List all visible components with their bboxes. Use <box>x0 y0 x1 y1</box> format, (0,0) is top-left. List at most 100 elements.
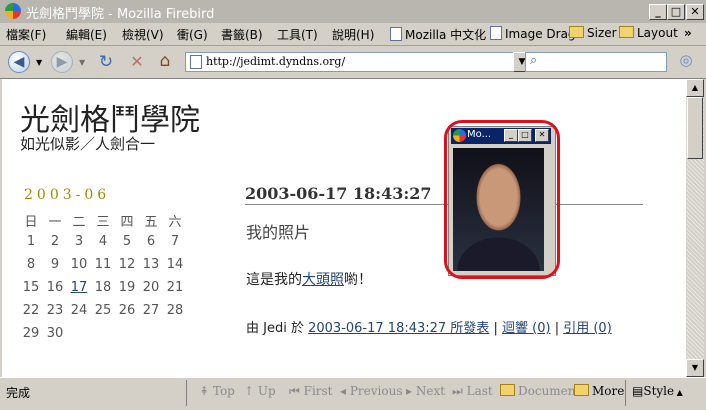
post-title: 我的照片 <box>246 223 311 242</box>
bookmark-label: Mozilla 中文化 <box>405 28 487 42</box>
more-menu[interactable]: More <box>574 384 624 398</box>
forward-history-dropdown-icon[interactable]: ▼ <box>79 58 85 67</box>
page-content: 光劍格鬥學院 如光似影／人劍合一 2003-06 日 一 二 三 四 五 六 1… <box>2 79 686 377</box>
calendar-week: 29 30 <box>19 326 187 349</box>
document-label: Document <box>518 384 581 398</box>
calendar-day: 29 <box>22 326 40 341</box>
calendar-day: 20 <box>142 280 160 295</box>
nav-previous-link[interactable]: ◂ Previous <box>340 384 402 398</box>
calendar-day: 7 <box>170 234 180 249</box>
back-history-dropdown-icon[interactable]: ▼ <box>36 58 42 67</box>
footer-separator: | <box>493 321 498 336</box>
page-icon <box>190 55 202 69</box>
search-icon: ⌕ <box>530 53 538 68</box>
previous-arrow-icon: ◂ <box>340 384 350 398</box>
menu-bookmarks[interactable]: 書籤(B) <box>221 26 263 43</box>
post-permalink[interactable]: 2003-06-17 18:43:27 所發表 <box>308 321 489 336</box>
nav-up-link[interactable]: ↑ Up <box>244 384 276 398</box>
calendar-day: 28 <box>166 303 184 318</box>
calendar-day: 27 <box>142 303 160 318</box>
up-arrow-icon: ↑ <box>244 384 258 398</box>
calendar-day: 11 <box>94 257 112 272</box>
bookmark-folder-sizer[interactable]: Sizer <box>569 26 617 40</box>
calendar-day: 8 <box>26 257 36 272</box>
title-bar: 光劍格鬥學院 - Mozilla Firebird _ □ ✕ <box>0 0 706 23</box>
scroll-down-arrow-icon[interactable]: ▼ <box>686 359 704 377</box>
search-input[interactable]: ⌕ <box>525 52 667 72</box>
reload-icon[interactable]: ↻ <box>96 52 116 72</box>
last-arrow-icon: ⏭ <box>452 384 467 398</box>
bookmark-image-drag[interactable]: Image Drag <box>490 26 576 41</box>
page-icon <box>490 26 502 40</box>
calendar-week: 22 23 24 25 26 27 28 <box>19 303 187 326</box>
bookmark-folder-layout[interactable]: Layout <box>619 26 678 40</box>
calendar-day: 3 <box>74 234 84 249</box>
weekday: 二 <box>72 215 86 230</box>
calendar-day: 14 <box>166 257 184 272</box>
post-date-heading: 2003-06-17 18:43:27 <box>245 184 432 203</box>
nav-label: Last <box>466 384 493 398</box>
calendar-day: 23 <box>46 303 64 318</box>
status-bar: 完成 ⇞ Top ↑ Up ⏮ First ◂ Previous ▸ Next … <box>0 377 706 410</box>
window-title: 光劍格鬥學院 - Mozilla Firebird <box>26 7 215 22</box>
calendar-day: 30 <box>46 326 64 341</box>
top-arrow-icon: ⇞ <box>199 384 213 398</box>
calendar-day: 10 <box>70 257 88 272</box>
menu-help[interactable]: 說明(H) <box>332 26 374 43</box>
weekday: 五 <box>144 215 158 230</box>
vertical-scrollbar[interactable]: ▲ ▼ <box>686 79 704 377</box>
minimize-button[interactable]: _ <box>649 4 667 20</box>
bookmark-mozilla-zh[interactable]: Mozilla 中文化 <box>390 26 486 43</box>
close-button[interactable]: ✕ <box>686 4 704 20</box>
status-divider <box>186 380 187 406</box>
menu-file[interactable]: 檔案(F) <box>6 26 46 43</box>
stop-icon[interactable]: ✕ <box>127 52 147 72</box>
url-bar[interactable]: http://jedimt.dyndns.org/ <box>185 52 515 72</box>
status-text: 完成 <box>6 386 31 400</box>
nav-top-link[interactable]: ⇞ Top <box>199 384 235 398</box>
folder-icon <box>619 26 634 38</box>
headshot-link[interactable]: 大頭照 <box>302 272 344 288</box>
maximize-button[interactable]: □ <box>667 4 685 20</box>
menu-go[interactable]: 衝(G) <box>177 26 208 43</box>
nav-label: First <box>303 384 333 398</box>
calendar-day: 25 <box>94 303 112 318</box>
scrollbar-thumb[interactable] <box>687 97 703 159</box>
menu-tools[interactable]: 工具(T) <box>277 26 318 43</box>
back-arrow-icon[interactable]: ◀ <box>8 51 30 73</box>
style-menu[interactable]: ▤Style ▲ <box>632 384 683 398</box>
comments-link[interactable]: 迴響 (0) <box>502 321 551 336</box>
folder-icon <box>569 26 584 38</box>
nav-first-link[interactable]: ⏮ First <box>289 384 333 399</box>
calendar-day: 2 <box>50 234 60 249</box>
next-arrow-icon: ▸ <box>406 384 416 398</box>
menu-view[interactable]: 檢視(V) <box>122 26 164 43</box>
page-icon <box>390 27 402 41</box>
bookmark-label: Sizer <box>587 26 617 40</box>
calendar-day: 18 <box>94 280 112 295</box>
highlight-circle <box>444 120 560 279</box>
weekday: 一 <box>48 215 62 230</box>
nav-label: Previous <box>349 384 403 398</box>
weekday: 三 <box>96 215 110 230</box>
trackback-link[interactable]: 引用 (0) <box>563 321 612 336</box>
document-menu[interactable]: Document <box>500 384 580 398</box>
up-triangle-icon: ▲ <box>674 388 683 397</box>
more-label: More <box>592 384 625 398</box>
bookmarks-overflow-chevron[interactable]: » <box>684 26 692 40</box>
calendar-day-link[interactable]: 17 <box>67 280 91 303</box>
calendar-day: 16 <box>46 280 64 295</box>
first-arrow-icon: ⏮ <box>289 384 304 398</box>
nav-next-link[interactable]: ▸ Next <box>406 384 445 398</box>
calendar: 日 一 二 三 四 五 六 1 2 3 4 5 6 7 8 9 10 11 12… <box>19 211 187 349</box>
calendar-day: 26 <box>118 303 136 318</box>
weekday: 日 <box>24 215 38 230</box>
scroll-up-arrow-icon[interactable]: ▲ <box>686 79 704 97</box>
calendar-day: 19 <box>118 280 136 295</box>
calendar-day: 12 <box>118 257 136 272</box>
home-icon[interactable]: ⌂ <box>155 51 175 71</box>
nav-last-link[interactable]: ⏭ Last <box>452 384 493 399</box>
calendar-day: 24 <box>70 303 88 318</box>
menu-edit[interactable]: 編輯(E) <box>66 26 107 43</box>
forward-arrow-icon[interactable]: ▶ <box>51 51 73 73</box>
